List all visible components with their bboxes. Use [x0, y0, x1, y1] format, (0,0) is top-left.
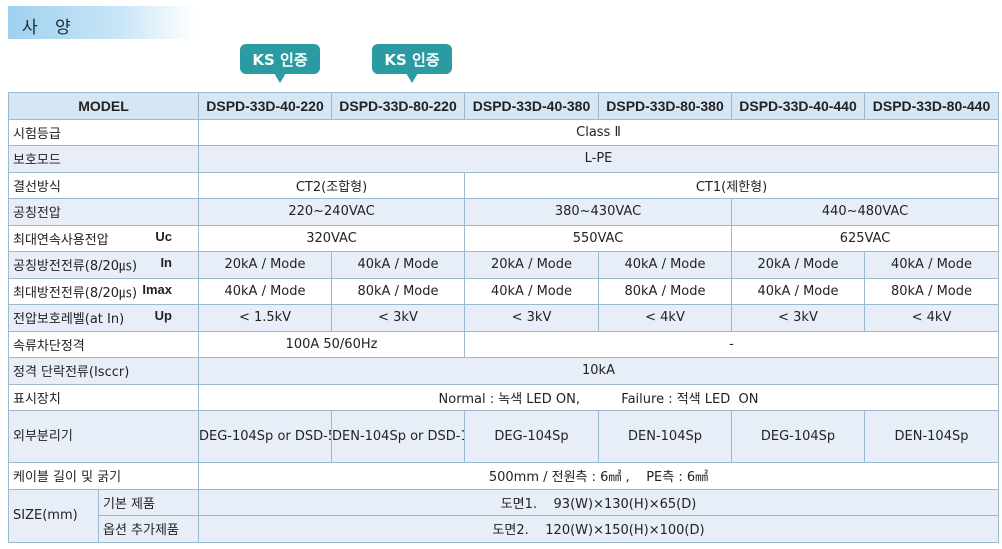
row-label: 시험등급 — [8, 118, 199, 146]
cell-value: CT2(조합형) — [198, 171, 465, 199]
ks-cert-badge-label: KS 인증 — [252, 50, 308, 69]
row-label: SIZE(mm) — [8, 488, 99, 543]
cell-value: 380~430VAC — [464, 198, 732, 226]
table-row: 옵션 추가제품 도면2. 120(W)×150(H)×100(D) — [9, 515, 999, 543]
model-column-header: DSPD-33D-40-220 — [198, 92, 332, 120]
cell-value: 10kA — [198, 357, 999, 385]
model-column-header: DSPD-33D-80-220 — [331, 92, 465, 120]
cell-value: 320VAC — [198, 224, 465, 252]
cell-value: 20kA / Mode — [464, 251, 599, 279]
table-row: 정격 단락전류(Isccr) 10kA — [8, 357, 999, 385]
table-row: 속류차단정격 100A 50/60Hz - — [8, 330, 999, 358]
table-row: SIZE(mm) 기본 제품 도면1. 93(W)×130(H)×65(D) — [8, 488, 999, 543]
cell-value: 40kA / Mode — [598, 251, 732, 279]
cell-value: 40kA / Mode — [464, 277, 599, 305]
cell-value: < 3kV — [464, 304, 599, 332]
row-label: 속류차단정격 — [8, 330, 199, 358]
cell-value: 40kA / Mode — [331, 251, 465, 279]
row-sublabel: 옵션 추가제품 — [98, 515, 199, 543]
row-label-text: 전압보호레벨(at In) — [13, 312, 125, 328]
cell-value: - — [464, 330, 999, 358]
row-label-text: 최대방전전류(8/20㎲) — [13, 285, 138, 301]
cell-value: < 1.5kV — [198, 304, 332, 332]
cell-value: < 4kV — [598, 304, 732, 332]
cell-value: < 3kV — [331, 304, 465, 332]
row-label: 공칭방전전류(8/20㎲) In — [8, 251, 199, 279]
cell-value: 20kA / Mode — [731, 251, 865, 279]
cell-value: L-PE — [198, 145, 999, 173]
spec-table: MODEL DSPD-33D-40-220 DSPD-33D-80-220 DS… — [8, 92, 999, 543]
table-row: 결선방식 CT2(조합형) CT1(제한형) — [8, 171, 999, 199]
row-label: 결선방식 — [8, 171, 199, 199]
table-row: 보호모드 L-PE — [8, 145, 999, 173]
cell-value: 40kA / Mode — [731, 277, 865, 305]
cell-value: DEG-104Sp — [464, 410, 599, 463]
cell-value: 80kA / Mode — [331, 277, 465, 305]
cell-value: DEN-104Sp or DSD-104(MCCB) — [331, 410, 465, 463]
row-label: 최대연속사용전압 Uc — [8, 224, 199, 252]
table-row: 최대방전전류(8/20㎲) Imax 40kA / Mode 80kA / Mod… — [8, 277, 999, 305]
cell-value: 도면1. 93(W)×130(H)×65(D) — [198, 488, 999, 516]
row-label: 정격 단락전류(Isccr) — [8, 357, 199, 385]
model-header: MODEL — [8, 92, 199, 120]
table-row: 전압보호레벨(at In) Up < 1.5kV < 3kV < 3kV < 4k… — [8, 304, 999, 332]
cell-value: 625VAC — [731, 224, 999, 252]
row-label: 보호모드 — [8, 145, 199, 173]
cell-value: 도면2. 120(W)×150(H)×100(D) — [198, 515, 999, 543]
row-symbol: Imax — [142, 281, 172, 297]
row-label-text: 최대연속사용전압 — [13, 232, 109, 248]
row-label: 표시장치 — [8, 383, 199, 411]
model-column-header: DSPD-33D-40-380 — [464, 92, 599, 120]
section-title: 사 양 — [22, 18, 77, 38]
cell-value: Class Ⅱ — [198, 118, 999, 146]
row-label: 외부분리기 — [8, 410, 199, 463]
cell-value: 100A 50/60Hz — [198, 330, 465, 358]
cell-value: 80kA / Mode — [864, 277, 999, 305]
cell-value: 220~240VAC — [198, 198, 465, 226]
row-symbol: In — [160, 255, 172, 271]
cell-value: 550VAC — [464, 224, 732, 252]
row-label: 케이블 길이 및 굵기 — [8, 462, 199, 490]
table-row: 표시장치 Normal : 녹색 LED ON, Failure : 적색 LE… — [8, 383, 999, 411]
cell-value: 20kA / Mode — [198, 251, 332, 279]
cell-value: DEG-104Sp or DSD-54(MCCB) — [198, 410, 332, 463]
cell-value: 440~480VAC — [731, 198, 999, 226]
ks-cert-badge: KS 인증 — [372, 44, 452, 83]
row-sublabel: 기본 제품 — [98, 488, 199, 516]
table-header-row: MODEL DSPD-33D-40-220 DSPD-33D-80-220 DS… — [8, 92, 999, 120]
cell-value: DEN-104Sp — [598, 410, 732, 463]
ks-cert-badge: KS 인증 — [240, 44, 320, 83]
model-column-header: DSPD-33D-80-440 — [864, 92, 999, 120]
table-row: 시험등급 Class Ⅱ — [8, 118, 999, 146]
table-row: 공칭전압 220~240VAC 380~430VAC 440~480VAC — [8, 198, 999, 226]
row-label: 공칭전압 — [8, 198, 199, 226]
cell-value: 40kA / Mode — [864, 251, 999, 279]
table-row: 외부분리기 DEG-104Sp or DSD-54(MCCB) DEN-104S… — [8, 410, 999, 463]
table-row: 최대연속사용전압 Uc 320VAC 550VAC 625VAC — [8, 224, 999, 252]
model-column-header: DSPD-33D-80-380 — [598, 92, 732, 120]
cell-value: Normal : 녹색 LED ON, Failure : 적색 LED ON — [198, 383, 999, 411]
section-title-bar: 사 양 — [8, 6, 196, 39]
row-symbol: Up — [154, 308, 172, 324]
ks-cert-badge-label: KS 인증 — [384, 50, 440, 69]
cell-value: < 4kV — [864, 304, 999, 332]
table-row: 케이블 길이 및 굵기 500mm / 전원측 : 6㎟ , PE측 : 6㎟ — [8, 462, 999, 490]
row-label: 전압보호레벨(at In) Up — [8, 304, 199, 332]
cell-value: 80kA / Mode — [598, 277, 732, 305]
cell-value: 40kA / Mode — [198, 277, 332, 305]
cell-value: 500mm / 전원측 : 6㎟ , PE측 : 6㎟ — [198, 462, 999, 490]
cell-value: CT1(제한형) — [464, 171, 999, 199]
table-row: 공칭방전전류(8/20㎲) In 20kA / Mode 40kA / Mode … — [8, 251, 999, 279]
row-label: 최대방전전류(8/20㎲) Imax — [8, 277, 199, 305]
cell-value: DEG-104Sp — [731, 410, 865, 463]
row-label-text: 공칭방전전류(8/20㎲) — [13, 259, 138, 275]
cell-value: DEN-104Sp — [864, 410, 999, 463]
row-symbol: Uc — [155, 228, 172, 244]
cell-value: < 3kV — [731, 304, 865, 332]
model-column-header: DSPD-33D-40-440 — [731, 92, 865, 120]
